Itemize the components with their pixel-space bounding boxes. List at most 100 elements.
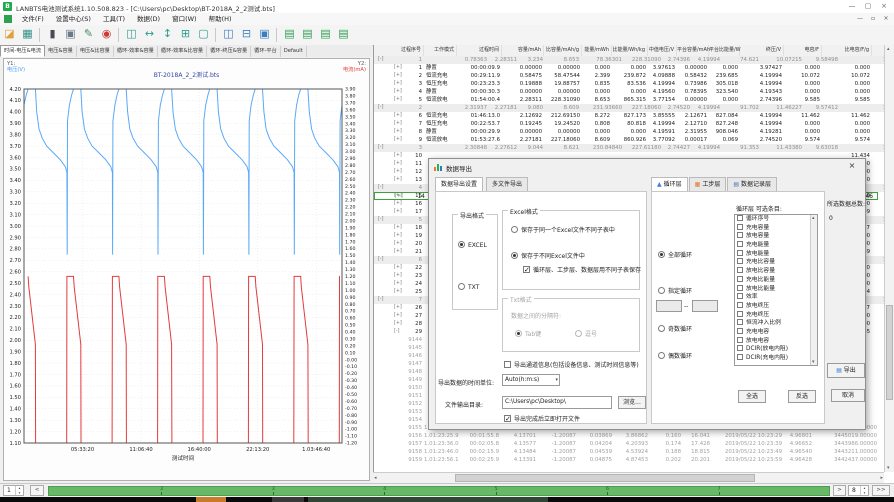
check-separate-sheets[interactable]: 循环层、工步层、数据层用不同子表保存 xyxy=(523,265,641,274)
cycle-item[interactable]: 放电容量 xyxy=(735,232,817,241)
device-icon[interactable]: ▮ xyxy=(44,26,61,43)
page-mark-5[interactable]: 5 xyxy=(495,487,498,495)
page-prev-button[interactable]: < xyxy=(30,485,44,496)
expand-icon[interactable]: [+] xyxy=(394,280,402,288)
column-header[interactable]: 电容/F xyxy=(784,45,822,56)
expand-icon[interactable]: [+] xyxy=(394,240,402,248)
check-export-channel-info[interactable]: 导出通道信息(包括设备信息、测试时间信息等) xyxy=(504,360,639,369)
scroll-up-icon[interactable]: ▴ xyxy=(812,215,815,221)
browse-button[interactable]: 浏览... xyxy=(618,396,646,409)
cycle-item[interactable]: 放电终压 xyxy=(735,302,817,311)
export-button[interactable]: ▤ 导出 xyxy=(827,363,865,378)
collapse-icon[interactable]: [-] xyxy=(378,256,383,264)
expand-icon[interactable]: [+] xyxy=(394,128,402,136)
cycle-item[interactable]: 放电比能量 xyxy=(735,285,817,294)
expand-icon[interactable]: [+] xyxy=(394,320,402,328)
vscroll-thumb[interactable] xyxy=(886,305,893,400)
menu-窗口(W)[interactable]: 窗口(W) xyxy=(166,13,203,25)
collapse-icon[interactable]: [-] xyxy=(378,216,383,224)
column-header[interactable]: 比能量/Wh/kg xyxy=(612,45,648,56)
mdi-close-button[interactable]: × xyxy=(880,14,892,24)
chart-tab-1[interactable]: 时间-电压&电流 xyxy=(0,45,45,57)
tab-step-layer[interactable]: ▦工步层 xyxy=(689,177,727,191)
cycle-range-end-input[interactable] xyxy=(692,300,718,312)
step-row[interactable]: 5[+]恒流放电01:54:00.42.28311228.310908.6538… xyxy=(374,96,885,104)
close-button[interactable]: × xyxy=(876,0,892,12)
alarm-icon[interactable]: ◉ xyxy=(98,26,115,43)
tab-multi-file-export[interactable]: 多文件导出 xyxy=(486,177,528,191)
cycle-item[interactable]: 放电电容 xyxy=(735,337,817,346)
radio-same-excel-file[interactable]: 保存于同一个Excel文件不同子表中 xyxy=(511,225,615,234)
expand-icon[interactable]: [+] xyxy=(394,168,402,176)
expand-icon[interactable]: [+] xyxy=(394,72,402,80)
list-scrollbar[interactable]: ▴ ▾ xyxy=(810,215,817,365)
chart-plot[interactable]: 4.204.104.003.903.803.703.603.503.403.30… xyxy=(4,81,367,478)
expand-icon[interactable]: [+] xyxy=(394,304,402,312)
tab-record-layer[interactable]: ▤数据记录层 xyxy=(727,177,777,191)
list-view-4-icon[interactable]: ▤ xyxy=(335,26,352,43)
item-checkbox[interactable] xyxy=(737,302,743,308)
page-mark-4[interactable]: 4 xyxy=(383,487,386,495)
chart-tab-4[interactable]: 循环-效率&容量 xyxy=(114,46,158,57)
radio-odd-cycles[interactable]: 奇数循环 xyxy=(658,324,692,333)
open-file-icon[interactable]: ◪ xyxy=(1,26,18,43)
collapse-icon[interactable]: [-] xyxy=(378,144,383,152)
cycle-item[interactable]: 效率 xyxy=(735,293,817,302)
item-checkbox[interactable] xyxy=(737,267,743,273)
radio-tab-key[interactable]: Tab键 xyxy=(515,329,541,338)
cycle-range-start-input[interactable] xyxy=(656,300,682,312)
record-row[interactable]: 91561.01:23:25.900:01:55.84.13701-1.2008… xyxy=(374,432,885,440)
item-checkbox[interactable] xyxy=(737,276,743,282)
item-checkbox[interactable] xyxy=(737,293,743,299)
scroll-down-icon[interactable]: ▾ xyxy=(812,359,815,365)
item-checkbox[interactable] xyxy=(737,232,743,238)
dialog-title-bar[interactable]: 数据导出 × xyxy=(429,159,865,175)
expand-icon[interactable]: [+] xyxy=(394,80,402,88)
dialog-close-icon[interactable]: × xyxy=(839,159,865,174)
radio-txt[interactable]: TXT xyxy=(458,283,479,291)
check-open-after-export[interactable]: 导出完成后立即打开文件 xyxy=(504,414,580,423)
minimize-button[interactable]: — xyxy=(844,0,860,12)
item-checkbox[interactable] xyxy=(737,215,743,221)
column-header[interactable]: 平台比能量/W xyxy=(709,45,740,56)
output-dir-input[interactable]: C:\Users\pc\Desktop\ xyxy=(502,396,612,409)
zoom-horizontal-icon[interactable]: ↔ xyxy=(141,26,158,43)
cycle-item[interactable]: 放电能量 xyxy=(735,250,817,259)
column-header[interactable]: 过程时间 xyxy=(457,45,502,56)
cycle-item[interactable]: 充电能量 xyxy=(735,241,817,250)
mdi-minimize-button[interactable]: — xyxy=(854,14,866,24)
radio-different-excel-files[interactable]: 保存于不同Excel文件中 xyxy=(511,251,585,260)
item-checkbox[interactable] xyxy=(737,285,743,291)
collapse-icon[interactable]: [-] xyxy=(378,56,383,64)
cycle-row[interactable]: 3[-]2.308482.276129.0448.621230.84840227… xyxy=(374,144,885,152)
expand-icon[interactable]: [+] xyxy=(394,120,402,128)
cycle-items-list[interactable]: 循环序号充电容量放电容量充电能量放电能量充电比容量放电比容量充电比能量放电比能量… xyxy=(734,214,818,366)
page-mark-6[interactable]: 6 xyxy=(606,487,609,495)
zoom-fit-icon[interactable]: ⊞ xyxy=(177,26,194,43)
mdi-restore-button[interactable]: ▫ xyxy=(867,14,879,24)
page-track[interactable]: 234567 xyxy=(48,486,830,496)
expand-icon[interactable]: [+] xyxy=(394,160,402,168)
scroll-up-icon[interactable]: ▴ xyxy=(887,46,890,52)
scroll-down-icon[interactable]: ▾ xyxy=(887,465,890,471)
menu-工具(T)[interactable]: 工具(T) xyxy=(97,13,131,25)
time-unit-select[interactable]: Auto(h:m:s)▾ xyxy=(502,374,560,386)
page-spinner-right[interactable]: 8 ▴▾ xyxy=(848,485,869,496)
expand-icon[interactable]: [+] xyxy=(394,264,402,272)
step-row[interactable]: 1[+]静置00:00:09.90.000000.000000.0000.000… xyxy=(374,64,885,72)
chart-tab-2[interactable]: 电压&容量 xyxy=(45,46,77,57)
list-view-2-icon[interactable]: ▤ xyxy=(299,26,316,43)
zoom-vertical-icon[interactable]: ↕ xyxy=(159,26,176,43)
chart-tab-7[interactable]: 循环-平台 xyxy=(251,46,281,57)
item-checkbox[interactable] xyxy=(737,354,743,360)
item-checkbox[interactable] xyxy=(737,250,743,256)
column-header[interactable]: 平台容量/mAh xyxy=(677,45,709,56)
expand-icon[interactable]: [+] xyxy=(394,200,402,208)
menu-帮助(H)[interactable]: 帮助(H) xyxy=(203,13,238,25)
chart-tab-6[interactable]: 循环-终压&容量 xyxy=(207,46,251,57)
column-header[interactable]: 容量/mAh xyxy=(502,45,544,56)
expand-icon[interactable]: [+] xyxy=(394,176,402,184)
expand-icon[interactable]: [+] xyxy=(394,288,402,296)
spinner-arrows-icon[interactable]: ▴▾ xyxy=(15,486,23,495)
page-mark-7[interactable]: 7 xyxy=(718,487,721,495)
